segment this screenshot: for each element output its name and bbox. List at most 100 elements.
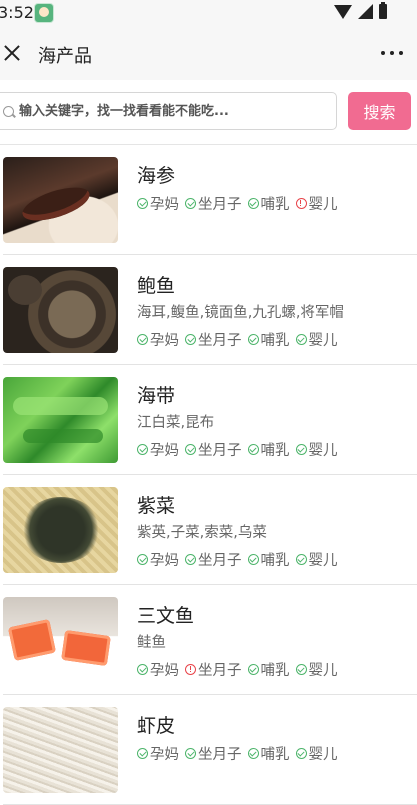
tag: 坐月子 [185,329,242,350]
food-name: 紫菜 [137,495,176,517]
tag: 孕妈 [137,329,179,350]
app-notification-icon [34,3,54,23]
food-item-baoyu[interactable]: 鲍鱼 海耳,鳆鱼,镜面鱼,九孔螺,将军帽 孕妈 坐月子 哺乳 婴儿 [3,255,417,365]
tag-label: 孕妈 [150,663,179,679]
food-aliases: 紫英,子菜,索菜,乌菜 [137,525,267,541]
tag-label: 婴儿 [308,443,338,459]
tag-label: 哺乳 [260,443,290,459]
search-button[interactable]: 搜索 [348,92,411,130]
warning-icon [295,198,307,209]
check-icon [137,664,148,675]
tag: 哺乳 [247,743,290,764]
tag-label: 孕妈 [150,443,179,459]
food-aliases: 鲑鱼 [137,635,166,651]
check-icon [185,748,196,759]
check-icon [137,554,148,565]
food-image [3,377,118,463]
check-icon [247,198,259,209]
tag-label: 坐月子 [198,553,242,569]
tag-label: 哺乳 [260,197,290,213]
food-item-haishen[interactable]: 海参 孕妈 坐月子 哺乳 婴儿 [3,145,417,255]
signal-icon [358,4,373,19]
suitability-tags: 孕妈 坐月子 哺乳 婴儿 [137,549,344,570]
search-box[interactable] [0,92,337,130]
tag-label: 婴儿 [308,747,338,763]
tag-label: 孕妈 [150,197,179,213]
food-name: 海参 [137,165,176,187]
check-icon [247,554,259,565]
food-name: 海带 [137,385,176,407]
wifi-icon [334,4,352,19]
tag-label: 哺乳 [260,747,290,763]
check-icon [247,334,259,345]
tag: 孕妈 [137,549,179,570]
tag: 哺乳 [247,329,290,350]
food-aliases: 江白菜,昆布 [137,415,215,431]
search-bar: 搜索 [0,80,417,145]
check-icon [185,444,196,455]
check-icon [295,554,307,565]
tag-label: 坐月子 [198,197,242,213]
tag-label: 婴儿 [308,197,338,213]
tag: 坐月子 [185,439,242,460]
tag: 坐月子 [185,193,242,214]
tag: 哺乳 [247,659,290,680]
suitability-tags: 孕妈 坐月子 哺乳 婴儿 [137,329,344,350]
check-icon [295,334,307,345]
food-image [3,157,118,243]
tag: 坐月子 [185,743,242,764]
suitability-tags: 孕妈 坐月子 哺乳 婴儿 [137,439,344,460]
suitability-tags: 孕妈 坐月子 哺乳 婴儿 [137,743,344,764]
food-item-zicai[interactable]: 紫菜 紫英,子菜,索菜,乌菜 孕妈 坐月子 哺乳 婴儿 [3,475,417,585]
tag: 孕妈 [137,743,179,764]
search-input[interactable] [19,93,329,129]
check-icon [137,444,148,455]
food-list: 海参 孕妈 坐月子 哺乳 婴儿 鲍鱼 海耳,鳆鱼,镜面鱼,九孔螺,将军帽 孕妈 … [0,145,417,805]
tag: 婴儿 [295,439,338,460]
tag-label: 哺乳 [260,333,290,349]
tag-label: 坐月子 [198,747,242,763]
tag-label: 婴儿 [308,553,338,569]
food-image [3,487,118,573]
tag-label: 孕妈 [150,553,179,569]
page-title: 海产品 [38,46,92,67]
tag-label: 孕妈 [150,333,179,349]
tag: 哺乳 [247,193,290,214]
check-icon [247,748,259,759]
food-item-xiapi[interactable]: 虾皮 孕妈 坐月子 哺乳 婴儿 [3,695,417,805]
close-icon[interactable] [3,44,21,62]
tag: 婴儿 [295,193,338,214]
check-icon [295,444,307,455]
suitability-tags: 孕妈 坐月子 哺乳 婴儿 [137,193,344,214]
check-icon [185,554,196,565]
check-icon [295,748,307,759]
suitability-tags: 孕妈 坐月子 哺乳 婴儿 [137,659,344,680]
battery-icon [379,2,387,19]
more-options-icon[interactable] [381,51,403,55]
status-indicators [334,2,387,19]
status-bar: 3:52 [0,0,417,26]
check-icon [185,198,196,209]
food-item-sanwenyu[interactable]: 三文鱼 鲑鱼 孕妈 坐月子 哺乳 婴儿 [3,585,417,695]
check-icon [137,198,148,209]
tag-label: 坐月子 [198,663,242,679]
tag: 孕妈 [137,659,179,680]
tag: 哺乳 [247,439,290,460]
tag: 婴儿 [295,743,338,764]
tag-label: 坐月子 [198,443,242,459]
check-icon [185,334,196,345]
tag-label: 哺乳 [260,663,290,679]
food-aliases: 海耳,鳆鱼,镜面鱼,九孔螺,将军帽 [137,305,344,321]
tag: 坐月子 [185,659,242,680]
tag: 婴儿 [295,549,338,570]
tag-label: 哺乳 [260,553,290,569]
nav-bar: 海产品 [0,26,417,80]
tag: 孕妈 [137,193,179,214]
tag: 坐月子 [185,549,242,570]
food-image [3,597,118,683]
food-item-haidai[interactable]: 海带 江白菜,昆布 孕妈 坐月子 哺乳 婴儿 [3,365,417,475]
status-time: 3:52 [0,3,34,22]
check-icon [137,748,148,759]
food-name: 鲍鱼 [137,275,176,297]
check-icon [247,444,259,455]
